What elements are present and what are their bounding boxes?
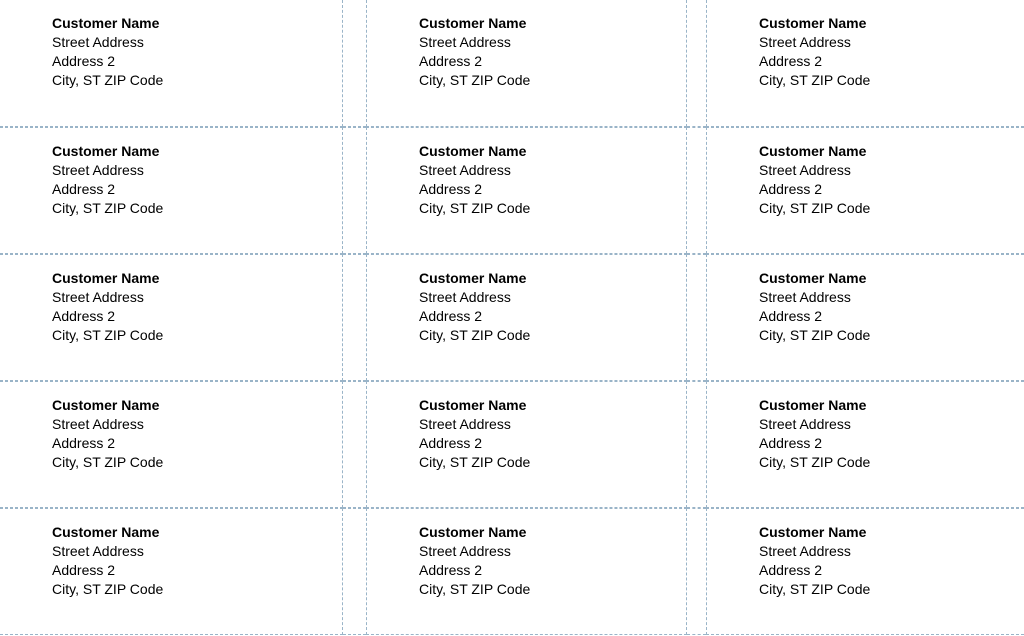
address-2: Address 2: [52, 52, 342, 71]
city-state-zip: City, ST ZIP Code: [419, 580, 686, 599]
address-label: Customer Name Street Address Address 2 C…: [366, 254, 687, 381]
city-state-zip: City, ST ZIP Code: [52, 453, 342, 472]
street-address: Street Address: [419, 161, 686, 180]
street-address: Street Address: [52, 542, 342, 561]
street-address: Street Address: [419, 288, 686, 307]
customer-name: Customer Name: [759, 396, 1024, 415]
address-label: Customer Name Street Address Address 2 C…: [706, 254, 1024, 381]
address-2: Address 2: [52, 307, 342, 326]
customer-name: Customer Name: [419, 523, 686, 542]
city-state-zip: City, ST ZIP Code: [419, 453, 686, 472]
customer-name: Customer Name: [52, 142, 342, 161]
label-gutter: [343, 0, 366, 127]
address-label: Customer Name Street Address Address 2 C…: [366, 508, 687, 635]
address-label: Customer Name Street Address Address 2 C…: [0, 0, 343, 127]
address-2: Address 2: [52, 180, 342, 199]
label-gutter: [343, 508, 366, 635]
customer-name: Customer Name: [759, 269, 1024, 288]
label-gutter: [687, 0, 706, 127]
address-label: Customer Name Street Address Address 2 C…: [706, 127, 1024, 254]
customer-name: Customer Name: [52, 14, 342, 33]
street-address: Street Address: [419, 542, 686, 561]
customer-name: Customer Name: [52, 269, 342, 288]
label-row: Customer Name Street Address Address 2 C…: [0, 0, 1024, 127]
label-sheet: Customer Name Street Address Address 2 C…: [0, 0, 1024, 636]
city-state-zip: City, ST ZIP Code: [419, 199, 686, 218]
street-address: Street Address: [759, 33, 1024, 52]
city-state-zip: City, ST ZIP Code: [52, 71, 342, 90]
city-state-zip: City, ST ZIP Code: [52, 326, 342, 345]
street-address: Street Address: [52, 161, 342, 180]
city-state-zip: City, ST ZIP Code: [419, 326, 686, 345]
address-2: Address 2: [759, 52, 1024, 71]
address-label: Customer Name Street Address Address 2 C…: [706, 0, 1024, 127]
street-address: Street Address: [759, 542, 1024, 561]
street-address: Street Address: [419, 33, 686, 52]
address-label: Customer Name Street Address Address 2 C…: [0, 508, 343, 635]
address-2: Address 2: [52, 434, 342, 453]
address-label: Customer Name Street Address Address 2 C…: [0, 254, 343, 381]
city-state-zip: City, ST ZIP Code: [52, 580, 342, 599]
address-label: Customer Name Street Address Address 2 C…: [706, 381, 1024, 508]
address-2: Address 2: [419, 307, 686, 326]
street-address: Street Address: [52, 33, 342, 52]
label-gutter: [343, 127, 366, 254]
street-address: Street Address: [419, 415, 686, 434]
label-gutter: [343, 381, 366, 508]
city-state-zip: City, ST ZIP Code: [759, 580, 1024, 599]
customer-name: Customer Name: [419, 269, 686, 288]
customer-name: Customer Name: [419, 142, 686, 161]
city-state-zip: City, ST ZIP Code: [52, 199, 342, 218]
address-2: Address 2: [419, 180, 686, 199]
street-address: Street Address: [759, 288, 1024, 307]
address-label: Customer Name Street Address Address 2 C…: [0, 127, 343, 254]
label-gutter: [687, 381, 706, 508]
address-label: Customer Name Street Address Address 2 C…: [0, 381, 343, 508]
label-gutter: [687, 254, 706, 381]
address-2: Address 2: [759, 434, 1024, 453]
street-address: Street Address: [759, 415, 1024, 434]
label-row: Customer Name Street Address Address 2 C…: [0, 254, 1024, 381]
address-2: Address 2: [419, 52, 686, 71]
customer-name: Customer Name: [419, 396, 686, 415]
city-state-zip: City, ST ZIP Code: [759, 199, 1024, 218]
street-address: Street Address: [52, 288, 342, 307]
label-row: Customer Name Street Address Address 2 C…: [0, 381, 1024, 508]
street-address: Street Address: [52, 415, 342, 434]
address-2: Address 2: [759, 180, 1024, 199]
address-2: Address 2: [419, 561, 686, 580]
city-state-zip: City, ST ZIP Code: [759, 326, 1024, 345]
city-state-zip: City, ST ZIP Code: [419, 71, 686, 90]
customer-name: Customer Name: [759, 142, 1024, 161]
address-label: Customer Name Street Address Address 2 C…: [366, 381, 687, 508]
city-state-zip: City, ST ZIP Code: [759, 453, 1024, 472]
address-2: Address 2: [759, 307, 1024, 326]
customer-name: Customer Name: [759, 14, 1024, 33]
label-gutter: [343, 254, 366, 381]
label-row: Customer Name Street Address Address 2 C…: [0, 508, 1024, 635]
street-address: Street Address: [759, 161, 1024, 180]
city-state-zip: City, ST ZIP Code: [759, 71, 1024, 90]
label-row: Customer Name Street Address Address 2 C…: [0, 127, 1024, 254]
customer-name: Customer Name: [52, 523, 342, 542]
address-label: Customer Name Street Address Address 2 C…: [366, 0, 687, 127]
address-2: Address 2: [419, 434, 686, 453]
address-2: Address 2: [759, 561, 1024, 580]
customer-name: Customer Name: [419, 14, 686, 33]
label-gutter: [687, 508, 706, 635]
address-label: Customer Name Street Address Address 2 C…: [706, 508, 1024, 635]
address-label: Customer Name Street Address Address 2 C…: [366, 127, 687, 254]
address-2: Address 2: [52, 561, 342, 580]
label-gutter: [687, 127, 706, 254]
customer-name: Customer Name: [52, 396, 342, 415]
customer-name: Customer Name: [759, 523, 1024, 542]
